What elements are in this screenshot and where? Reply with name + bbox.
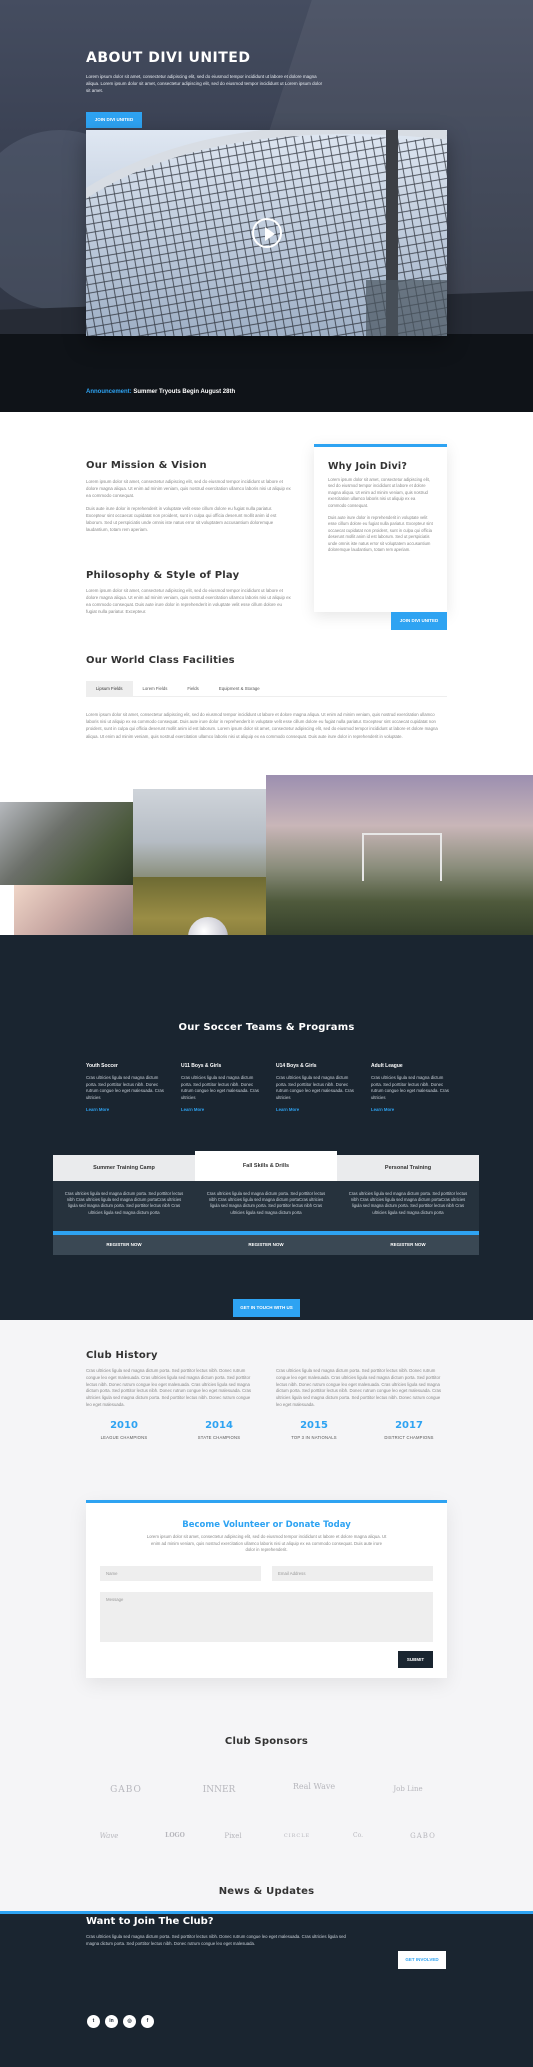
instagram-icon[interactable]: ◎ [123, 2015, 136, 2028]
team-title: Adult League [371, 1063, 403, 1069]
facebook-icon[interactable]: f [141, 2015, 154, 2028]
sponsor-logo: Pixel [224, 1832, 242, 1840]
sponsor-logo: Job Line [393, 1785, 423, 1793]
program-title: Personal Training [337, 1155, 479, 1181]
photo-field-goal [266, 775, 533, 944]
team-u14: U14 Boys & Girls Cras ultricies ligula s… [276, 1063, 356, 1112]
program-text: Cras ultricies ligula sed magna dictum p… [337, 1181, 479, 1231]
history-title: Club History [86, 1350, 158, 1361]
hero-title: ABOUT DIVI UNITED [86, 50, 251, 66]
submit-button[interactable]: SUBMIT [398, 1651, 433, 1668]
learn-more-link[interactable]: Learn More [181, 1107, 261, 1112]
team-youth-soccer: Youth Soccer Cras ultricies ligula sed m… [86, 1063, 166, 1112]
team-text: Cras ultricies ligula sed magna dictum p… [276, 1075, 354, 1100]
video-player[interactable] [86, 130, 447, 336]
year-caption: DISTRICT CHAMPIONS [384, 1435, 434, 1440]
year-2014: 2014 STATE CHAMPIONS [169, 1420, 269, 1440]
history-text-1: Cras ultricies ligula sed magna dictum p… [86, 1368, 252, 1407]
team-adult-league: Adult League Cras ultricies ligula sed m… [371, 1063, 451, 1112]
register-now-button[interactable]: REGISTER NOW [337, 1235, 479, 1255]
volunteer-title: Become Volunteer or Donate Today [182, 1520, 351, 1530]
why-join-button[interactable]: JOIN DIVI UNITED [391, 612, 447, 630]
announcement: Announcement: Summer Tryouts Begin Augus… [86, 389, 235, 395]
linkedin-icon[interactable]: in [105, 2015, 118, 2028]
footer-title: Want to Join The Club? [86, 1916, 214, 1927]
get-in-touch-button[interactable]: GET IN TOUCH WITH US [233, 1299, 300, 1317]
philosophy-title: Philosophy & Style of Play [86, 570, 240, 581]
news-title: News & Updates [218, 1886, 315, 1897]
announcement-text: Summer Tryouts Begin August 28th [133, 389, 236, 395]
facilities-text: Lorem ipsum dolor sit amet, consectetur … [86, 712, 438, 739]
year-caption: STATE CHAMPIONS [197, 1435, 241, 1440]
name-field[interactable]: Name [100, 1566, 261, 1581]
learn-more-link[interactable]: Learn More [86, 1107, 166, 1112]
why-join-card: Why Join Divi? Lorem ipsum dolor sit ame… [314, 444, 447, 612]
sponsor-logo: Co. [352, 1832, 363, 1839]
teams-title: Our Soccer Teams & Programs [178, 1022, 355, 1033]
register-now-button[interactable]: REGISTER NOW [53, 1235, 195, 1255]
sponsor-logo: Wave [99, 1832, 119, 1840]
sponsor-logo: GABO [410, 1832, 436, 1840]
why-join-text-1: Lorem ipsum dolor sit amet, consectetur … [328, 477, 430, 508]
learn-more-link[interactable]: Learn More [371, 1107, 451, 1112]
year-number: 2015 [300, 1420, 328, 1431]
year-2017: 2017 DISTRICT CHAMPIONS [359, 1420, 459, 1440]
register-now-button[interactable]: REGISTER NOW [195, 1235, 337, 1255]
hero-text: Lorem ipsum dolor sit amet, consectetur … [86, 74, 323, 94]
volunteer-text: Lorem ipsum dolor sit amet, consectetur … [146, 1534, 387, 1553]
sponsor-logo: GABO [110, 1785, 142, 1795]
why-join-title: Why Join Divi? [328, 461, 408, 472]
year-caption: TOP 3 IN NATIONALS [291, 1435, 337, 1440]
program-fall-skills: Fall Skills & Drills Cras ultricies ligu… [195, 1151, 337, 1266]
team-title: Youth Soccer [86, 1063, 118, 1069]
message-field[interactable]: Message [100, 1592, 433, 1642]
why-join-text-2: Duis aute irure dolor in reprehenderit i… [328, 515, 433, 553]
program-text: Cras ultricies ligula sed magna dictum p… [53, 1181, 195, 1231]
tab-equipment-storage[interactable]: Equipment & Storage [209, 681, 270, 696]
team-title: U11 Boys & Girls [181, 1063, 222, 1069]
facilities-title: Our World Class Facilities [86, 655, 235, 666]
year-2015: 2015 TOP 3 IN NATIONALS [264, 1420, 364, 1440]
program-title: Fall Skills & Drills [195, 1151, 337, 1181]
sponsor-logo: Real Wave [292, 1782, 336, 1791]
philosophy-text: Lorem ipsum dolor sit amet, consectetur … [86, 588, 291, 614]
photo-player [0, 802, 133, 885]
email-field[interactable]: Email Address [272, 1566, 433, 1581]
year-2010: 2010 LEAGUE CHAMPIONS [74, 1420, 174, 1440]
program-summer-camp: Summer Training Camp Cras ultricies ligu… [53, 1155, 195, 1266]
footer-text: Cras ultricies ligula sed magna dictum p… [86, 1934, 346, 1946]
program-personal-training: Personal Training Cras ultricies ligula … [337, 1155, 479, 1266]
year-number: 2010 [110, 1420, 138, 1431]
tab-lorem-fields[interactable]: Lorem Fields [133, 681, 178, 696]
sponsor-logo: LOGO [165, 1832, 185, 1839]
announcement-label: Announcement: [86, 389, 132, 395]
history-text-2: Cras ultricies ligula sed magna dictum p… [276, 1368, 442, 1407]
volunteer-form-card: Become Volunteer or Donate Today Lorem i… [86, 1500, 447, 1678]
sponsor-logo: CIRCLE [283, 1833, 311, 1839]
facilities-tabs: Lipsum Fields Lorem Fields Fields Equipm… [86, 681, 447, 697]
team-u11: U11 Boys & Girls Cras ultricies ligula s… [181, 1063, 261, 1112]
twitter-icon[interactable]: t [87, 2015, 100, 2028]
sponsors-title: Club Sponsors [224, 1736, 309, 1747]
play-icon[interactable] [252, 218, 282, 248]
year-number: 2014 [205, 1420, 233, 1431]
sponsor-logo: INNER [202, 1785, 236, 1795]
learn-more-link[interactable]: Learn More [276, 1107, 356, 1112]
team-title: U14 Boys & Girls [276, 1063, 317, 1069]
year-caption: LEAGUE CHAMPIONS [100, 1435, 148, 1440]
team-text: Cras ultricies ligula sed magna dictum p… [86, 1075, 164, 1100]
tab-lipsum-fields[interactable]: Lipsum Fields [86, 681, 133, 696]
mission-title: Our Mission & Vision [86, 460, 207, 471]
mission-text-2: Duis aute irure dolor in reprehenderit i… [86, 506, 277, 532]
program-text: Cras ultricies ligula sed magna dictum p… [195, 1181, 337, 1231]
join-divi-united-button[interactable]: JOIN DIVI UNITED [86, 112, 142, 128]
mission-text-1: Lorem ipsum dolor sit amet, consectetur … [86, 479, 291, 498]
photo-lights [133, 789, 266, 877]
year-number: 2017 [395, 1420, 423, 1431]
team-text: Cras ultricies ligula sed magna dictum p… [181, 1075, 259, 1100]
get-involved-button[interactable]: GET INVOLVED [398, 1951, 446, 1969]
program-title: Summer Training Camp [53, 1155, 195, 1181]
tab-fields[interactable]: Fields [177, 681, 208, 696]
team-text: Cras ultricies ligula sed magna dictum p… [371, 1075, 449, 1100]
